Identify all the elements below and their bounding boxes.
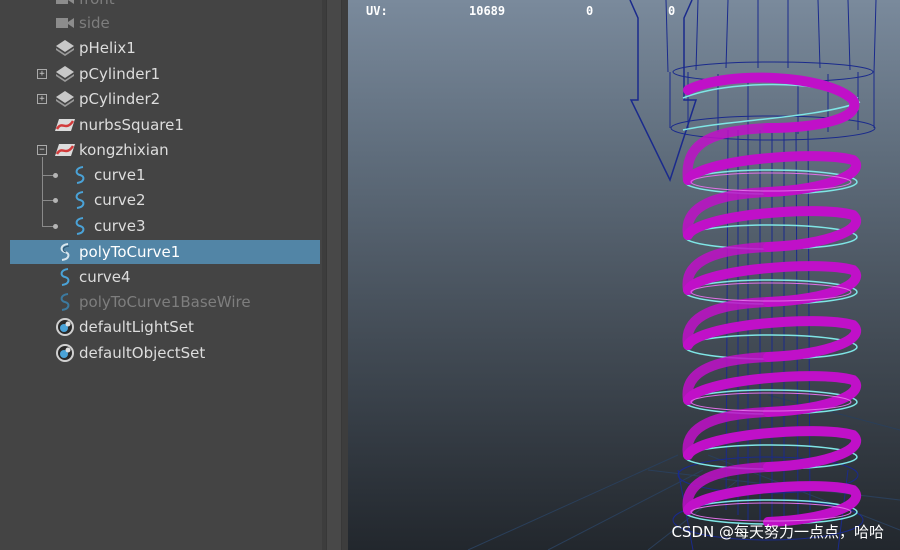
expand-icon[interactable]: + [37, 94, 47, 104]
camera-icon [54, 12, 76, 34]
set-icon [54, 342, 76, 364]
outliner-item-label: pCylinder1 [79, 65, 161, 83]
curve-icon [69, 215, 91, 237]
outliner-item-curve1[interactable]: curve1 [10, 163, 320, 187]
outliner-item-kongzhixian[interactable]: − kongzhixian [10, 138, 320, 162]
nurbs-curve-icon [54, 114, 76, 136]
outliner-item-polytocurve1[interactable]: polyToCurve1 [10, 240, 320, 264]
scrollbar-track[interactable] [326, 0, 342, 550]
curve-icon [54, 291, 76, 313]
viewport-scene [467, 0, 900, 550]
transform-icon [54, 37, 76, 59]
hud-uv-label: UV: [366, 4, 388, 18]
panel-splitter[interactable] [322, 0, 348, 550]
outliner-item-defaultlightset[interactable]: defaultLightSet [10, 315, 320, 339]
outliner-item-pcylinder1[interactable]: + pCylinder1 [10, 62, 320, 86]
outliner-item-curve4[interactable]: curve4 [10, 265, 320, 289]
outliner-item-front[interactable]: front [10, 0, 320, 11]
hud-uv-selected: 0 [586, 4, 594, 18]
nurbs-curve-icon [54, 139, 76, 161]
outliner-item-phelix1[interactable]: pHelix1 [10, 36, 320, 60]
outliner-item-label: defaultLightSet [79, 318, 194, 336]
transform-icon [54, 63, 76, 85]
outliner-item-label: curve3 [94, 217, 146, 235]
outliner-item-curve3[interactable]: curve3 [10, 214, 320, 238]
curve-icon [69, 189, 91, 211]
expand-icon[interactable]: + [37, 69, 47, 79]
watermark: CSDN @每天努力一点点，哈哈 [671, 523, 884, 541]
outliner-item-label: curve2 [94, 191, 146, 209]
outliner-item-defaultobjectset[interactable]: defaultObjectSet [10, 341, 320, 365]
outliner-item-label: polyToCurve1BaseWire [79, 293, 251, 311]
outliner-item-side[interactable]: side [10, 11, 320, 35]
outliner-item-label: pCylinder2 [79, 90, 161, 108]
set-icon [54, 316, 76, 338]
outliner-item-label: kongzhixian [79, 141, 169, 159]
outliner-item-curve2[interactable]: curve2 [10, 188, 320, 212]
collapse-icon[interactable]: − [37, 145, 47, 155]
hud-uv-value: 10689 [469, 4, 506, 18]
hud-uv-triangles: 0 [668, 4, 676, 18]
curve-icon [54, 241, 76, 263]
camera-icon [54, 0, 76, 10]
transform-icon [54, 88, 76, 110]
outliner-item-label: defaultObjectSet [79, 344, 206, 362]
outliner-item-label: nurbsSquare1 [79, 116, 184, 134]
outliner-item-label: curve1 [94, 166, 146, 184]
outliner-item-polytocurve1basewire[interactable]: polyToCurve1BaseWire [10, 290, 320, 314]
curve-icon [54, 266, 76, 288]
outliner-panel: front side pHelix1 + pCylinder1 + pCylin… [0, 0, 323, 550]
outliner-item-label: pHelix1 [79, 39, 136, 57]
outliner-item-label: side [79, 14, 110, 32]
outliner-item-label: curve4 [79, 268, 131, 286]
outliner-item-label: front [79, 0, 115, 8]
outliner-item-pcylinder2[interactable]: + pCylinder2 [10, 87, 320, 111]
outliner-item-label: polyToCurve1 [79, 243, 181, 261]
curve-icon [69, 164, 91, 186]
3d-viewport[interactable]: UV: 10689 0 0 [348, 0, 900, 550]
outliner-item-nurbssquare1[interactable]: nurbsSquare1 [10, 113, 320, 137]
